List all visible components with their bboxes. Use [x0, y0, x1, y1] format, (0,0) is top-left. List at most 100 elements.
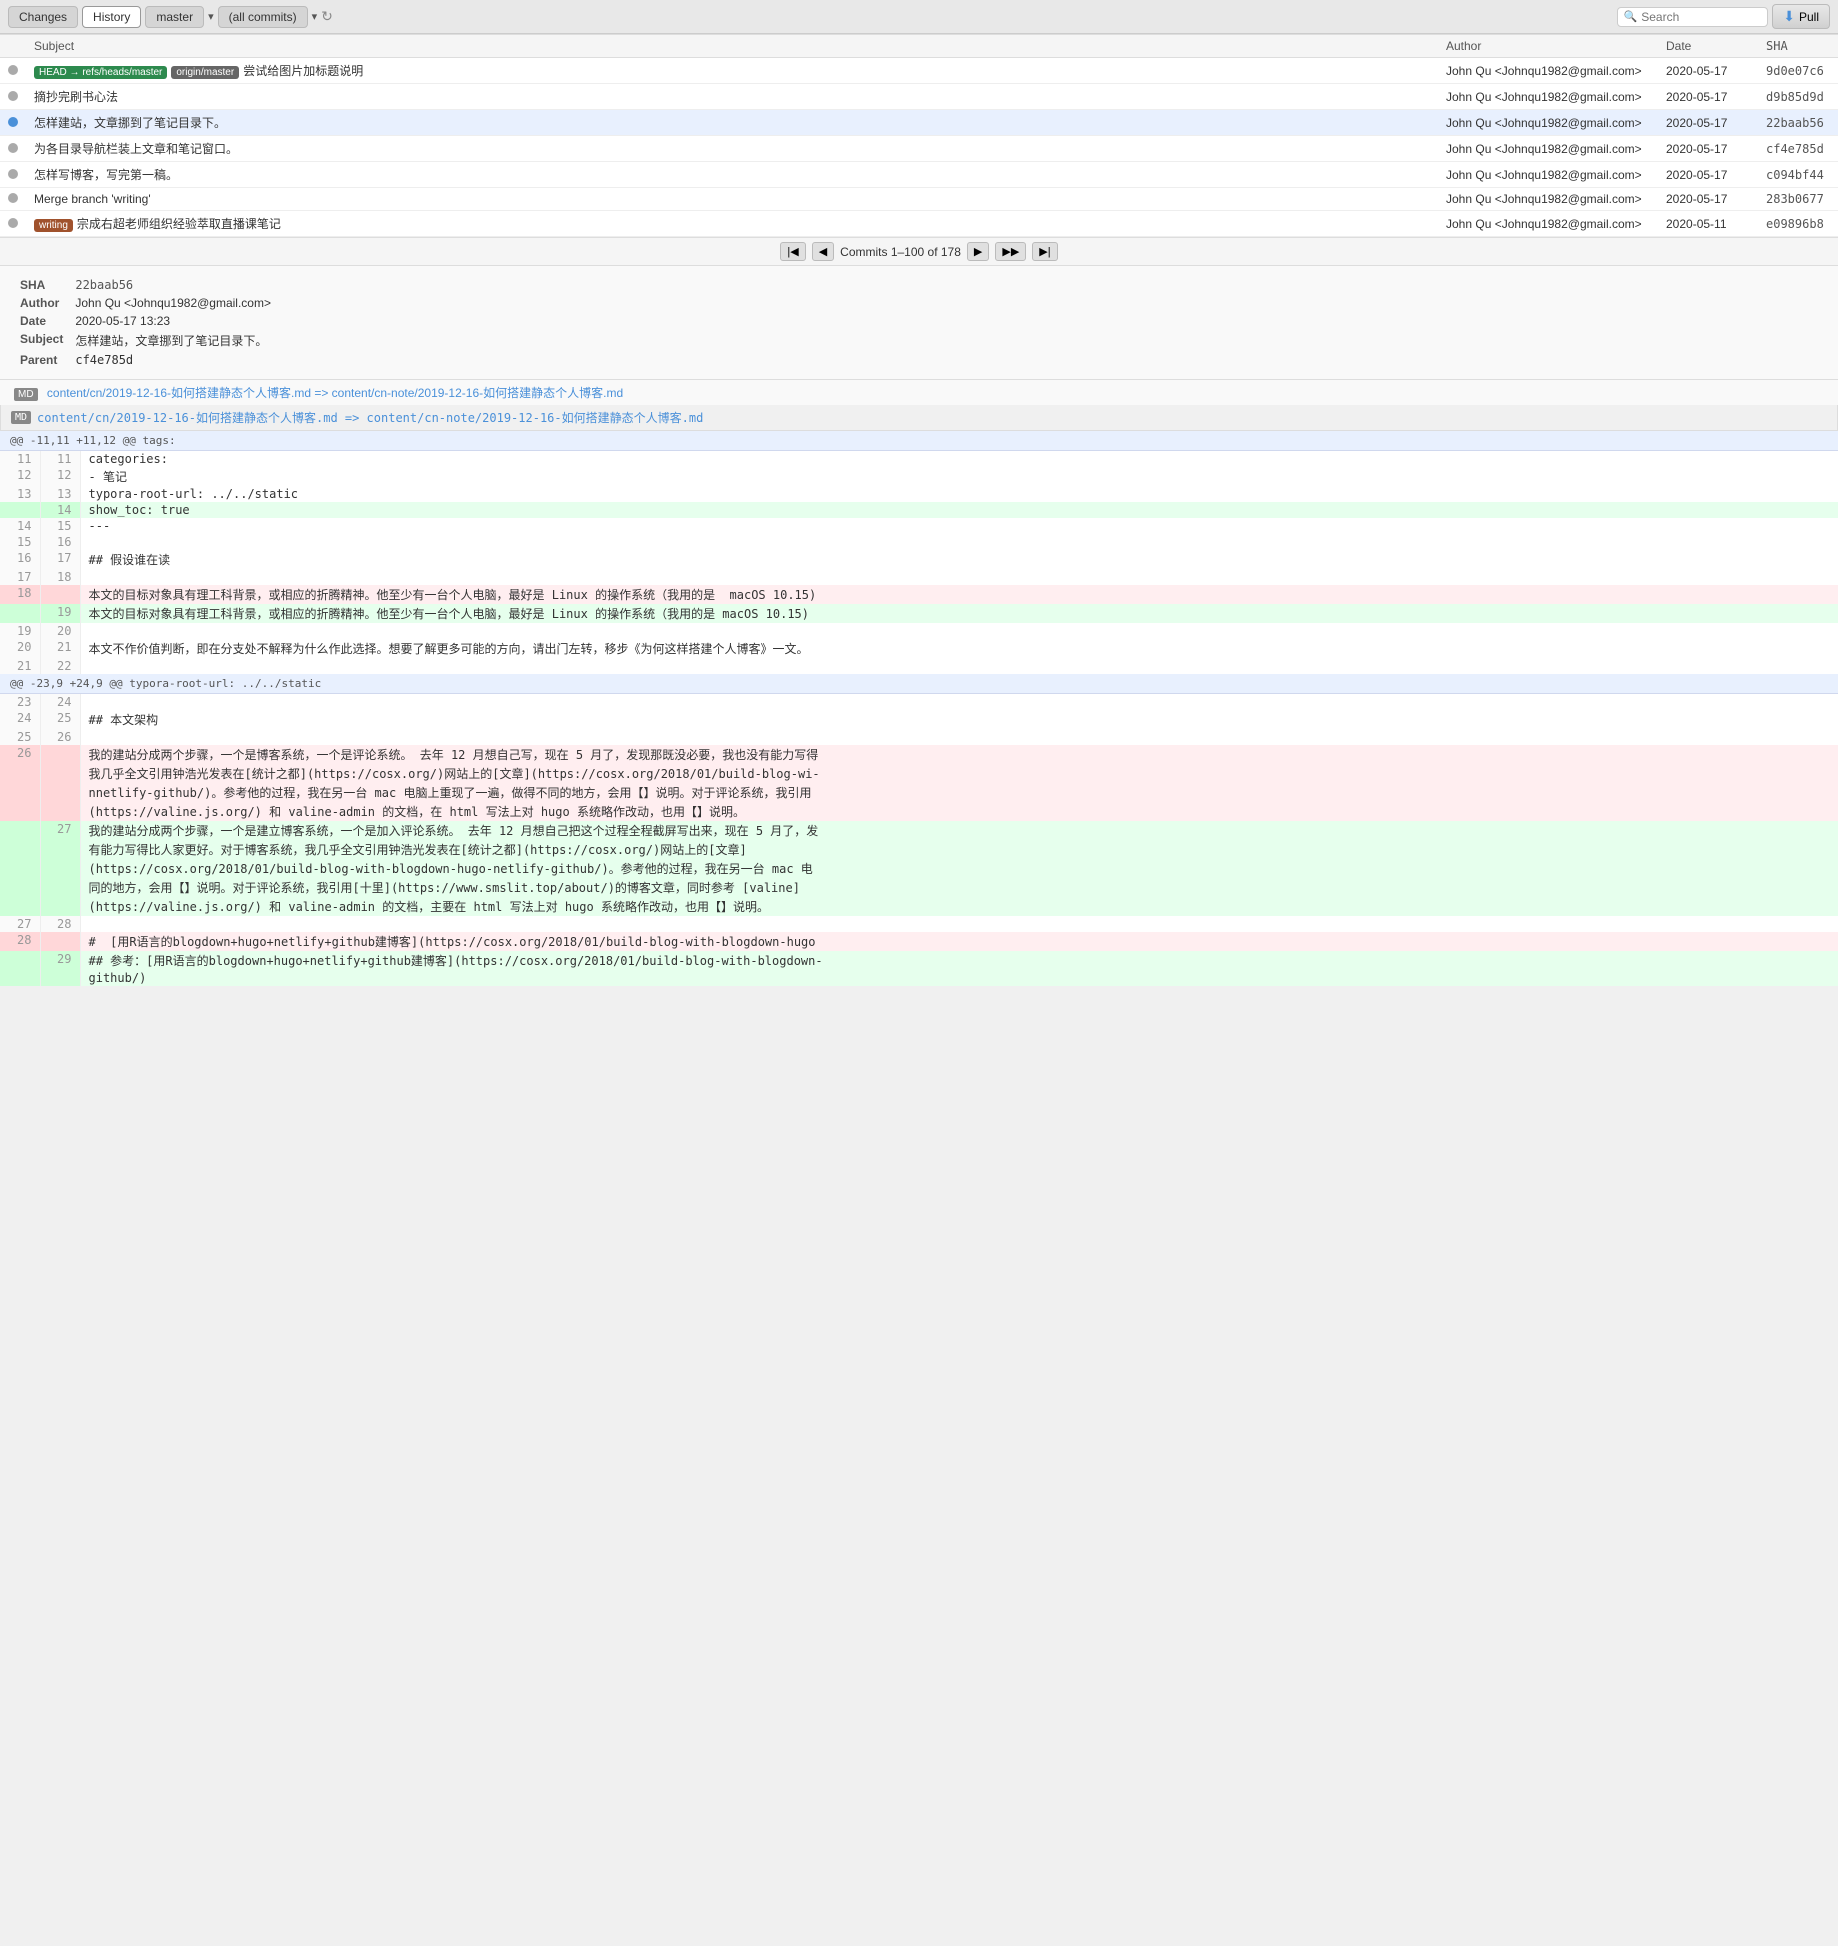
commit-sha: cf4e785d: [1758, 136, 1838, 162]
line-content: [80, 729, 1838, 745]
commit-sha: c094bf44: [1758, 162, 1838, 188]
diff-line: github/): [0, 970, 1838, 986]
commit-row[interactable]: writing宗成右超老师组织经验萃取直播课笔记John Qu <Johnqu1…: [0, 211, 1838, 237]
line-content: ## 本文架构: [80, 710, 1838, 729]
line-num-old: 12: [0, 467, 40, 486]
diff-hunk: @@ -23,9 +24,9 @@ typora-root-url: ../..…: [0, 674, 1838, 986]
line-content: 本文的目标对象具有理工科背景，或相应的折腾精神。他至少有一台个人电脑，最好是 L…: [80, 604, 1838, 623]
line-num-new: 22: [40, 658, 80, 674]
commit-row[interactable]: 怎样建站，文章挪到了笔记目录下。John Qu <Johnqu1982@gmai…: [0, 110, 1838, 136]
diff-line: 1111categories:: [0, 451, 1838, 467]
diff-hunk-header: @@ -11,11 +11,12 @@ tags:: [0, 431, 1838, 451]
line-num-new: 20: [40, 623, 80, 639]
diff-line: (https://valine.js.org/) 和 valine-admin …: [0, 897, 1838, 916]
commit-date: 2020-05-17: [1658, 136, 1758, 162]
line-num-old: [0, 897, 40, 916]
diff-line: 1718: [0, 569, 1838, 585]
line-num-new: 18: [40, 569, 80, 585]
line-content: [80, 569, 1838, 585]
commit-sha: 22baab56: [1758, 110, 1838, 136]
diff-line: 1516: [0, 534, 1838, 550]
page-last-button[interactable]: ▶|: [1032, 242, 1057, 261]
author-col-header: Author: [1438, 35, 1658, 58]
history-button[interactable]: History: [82, 6, 141, 28]
diff-line: 我几乎全文引用钟浩光发表在[统计之都](https://cosx.org/)网站…: [0, 764, 1838, 783]
commit-sha: 283b0677: [1758, 188, 1838, 211]
commit-subject: 怎样写博客，写完第一稿。: [26, 162, 1438, 188]
diff-line: 18本文的目标对象具有理工科背景，或相应的折腾精神。他至少有一台个人电脑，最好是…: [0, 585, 1838, 604]
line-content: categories:: [80, 451, 1838, 467]
line-num-new: 13: [40, 486, 80, 502]
commit-row[interactable]: 为各目录导航栏装上文章和笔记窗口。John Qu <Johnqu1982@gma…: [0, 136, 1838, 162]
filter-arrow: ▾: [312, 10, 318, 23]
diff-line: 2122: [0, 658, 1838, 674]
commit-row[interactable]: 摘抄完刷书心法John Qu <Johnqu1982@gmail.com>202…: [0, 84, 1838, 110]
line-content: [80, 916, 1838, 932]
graph-dot: [8, 143, 18, 153]
sha-label: SHA: [14, 276, 69, 294]
commit-detail: SHA 22baab56 Author John Qu <Johnqu1982@…: [0, 266, 1838, 380]
search-input[interactable]: [1641, 10, 1761, 24]
line-num-new: 12: [40, 467, 80, 486]
diff-line: 26我的建站分成两个步骤，一个是博客系统，一个是评论系统。 去年 12 月想自己…: [0, 745, 1838, 764]
diff-line: (https://cosx.org/2018/01/build-blog-wit…: [0, 859, 1838, 878]
diff-line: 28# [用R语言的blogdown+hugo+netlify+github建博…: [0, 932, 1838, 951]
commit-row[interactable]: HEAD → refs/heads/masterorigin/master尝试给…: [0, 58, 1838, 84]
branch-arrow: ▾: [208, 10, 214, 23]
date-value: 2020-05-17 13:23: [69, 312, 277, 330]
line-content: typora-root-url: ../../static: [80, 486, 1838, 502]
line-content: (https://valine.js.org/) 和 valine-admin …: [80, 802, 1838, 821]
page-prev-button[interactable]: ◀: [812, 242, 834, 261]
line-num-new: 15: [40, 518, 80, 534]
line-num-old: [0, 840, 40, 859]
graph-cell: [0, 110, 26, 136]
page-next-button[interactable]: ▶: [967, 242, 989, 261]
file-type-badge: MD: [14, 388, 38, 401]
line-num-new: [40, 840, 80, 859]
changes-button[interactable]: Changes: [8, 6, 78, 28]
line-num-new: [40, 764, 80, 783]
line-num-new: 19: [40, 604, 80, 623]
author-value: John Qu <Johnqu1982@gmail.com>: [69, 294, 277, 312]
line-content: (https://valine.js.org/) 和 valine-admin …: [80, 897, 1838, 916]
parent-value: cf4e785d: [69, 351, 277, 369]
file-section: MD content/cn/2019-12-16-如何搭建静态个人博客.md =…: [0, 380, 1838, 405]
pull-button[interactable]: ⬇ Pull: [1772, 4, 1830, 29]
line-num-new: [40, 970, 80, 986]
sha-col-header: SHA: [1758, 35, 1838, 58]
diff-table: 23242425## 本文架构252626我的建站分成两个步骤，一个是博客系统，…: [0, 694, 1838, 986]
line-num-new: [40, 878, 80, 897]
line-content: ## 假设谁在读: [80, 550, 1838, 569]
commit-subject: Merge branch 'writing': [26, 188, 1438, 211]
page-first-button[interactable]: |◀: [780, 242, 805, 261]
commit-row[interactable]: 怎样写博客，写完第一稿。John Qu <Johnqu1982@gmail.co…: [0, 162, 1838, 188]
refresh-button[interactable]: ↻: [321, 8, 333, 25]
line-num-old: 14: [0, 518, 40, 534]
subject-value: 怎样建站，文章挪到了笔记目录下。: [69, 330, 277, 351]
commit-row[interactable]: Merge branch 'writing'John Qu <Johnqu198…: [0, 188, 1838, 211]
page-skip-button[interactable]: ▶▶: [995, 242, 1026, 261]
line-content: [80, 658, 1838, 674]
toolbar: Changes History master ▾ (all commits) ▾…: [0, 0, 1838, 34]
diff-content: @@ -11,11 +11,12 @@ tags:1111categories:…: [0, 431, 1838, 986]
diff-line: 2021本文不作价值判断，即在分支处不解释为什么作此选择。想要了解更多可能的方向…: [0, 639, 1838, 658]
line-num-new: 29: [40, 951, 80, 970]
diff-line: 1920: [0, 623, 1838, 639]
diff-line: 27我的建站分成两个步骤，一个是建立博客系统，一个是加入评论系统。 去年 12 …: [0, 821, 1838, 840]
commit-date: 2020-05-17: [1658, 58, 1758, 84]
subject-col-header: Subject: [26, 35, 1438, 58]
line-num-old: 13: [0, 486, 40, 502]
diff-table: 1111categories:1212- 笔记1313typora-root-u…: [0, 451, 1838, 674]
line-num-new: 24: [40, 694, 80, 710]
filter-button[interactable]: (all commits): [218, 6, 308, 28]
commits-table: Subject Author Date SHA HEAD → refs/head…: [0, 34, 1838, 238]
subject-label: Subject: [14, 330, 69, 351]
diff-line: 29## 参考：[用R语言的blogdown+hugo+netlify+gith…: [0, 951, 1838, 970]
diff-line: 1617## 假设谁在读: [0, 550, 1838, 569]
line-num-new: [40, 932, 80, 951]
file-link[interactable]: content/cn/2019-12-16-如何搭建静态个人博客.md => c…: [47, 386, 623, 400]
diff-line: 2728: [0, 916, 1838, 932]
line-content: 同的地方，会用【】说明。对于评论系统，我引用[十里](https://www.s…: [80, 878, 1838, 897]
branch-button[interactable]: master: [145, 6, 204, 28]
diff-line: (https://valine.js.org/) 和 valine-admin …: [0, 802, 1838, 821]
